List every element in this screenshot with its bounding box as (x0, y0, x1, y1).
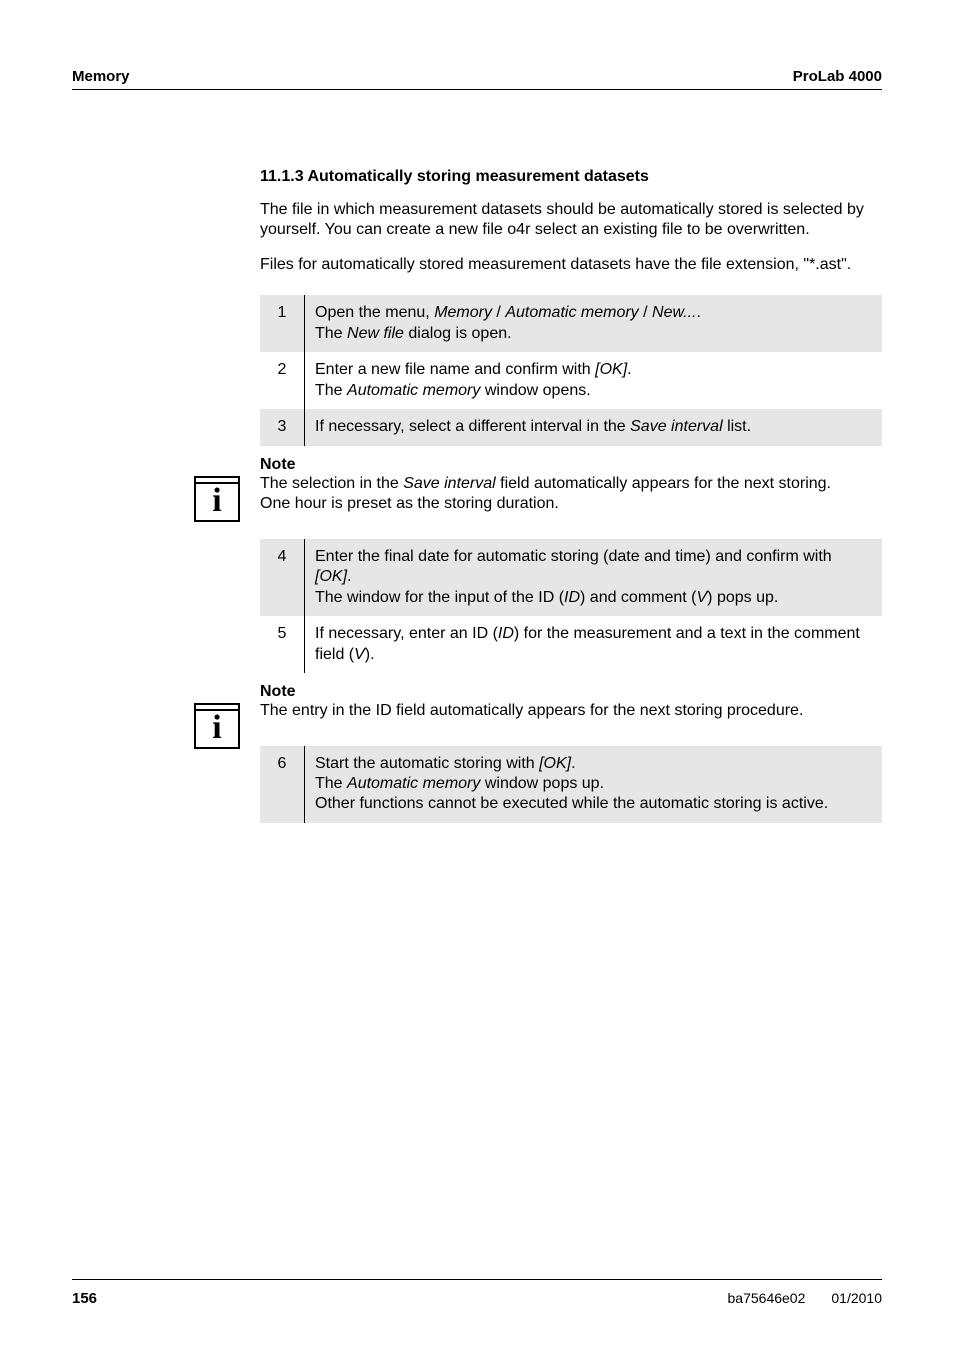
page-footer: 156 ba75646e02 01/2010 (72, 1279, 882, 1307)
step-row: 5If necessary, enter an ID (ID) for the … (260, 616, 882, 673)
step-text-em: [OK] (595, 361, 627, 378)
step-description: Start the automatic storing with [OK]. Th… (305, 746, 883, 823)
section-number: 11.1.3 (260, 168, 307, 185)
step-row: 6 Start the automatic storing with [OK]. T… (260, 746, 882, 823)
info-icon: i (194, 703, 240, 749)
step-text-part: window opens. (480, 382, 590, 399)
note-text-line2: One hour is preset as the storing durati… (260, 494, 882, 514)
step-row: 1Open the menu, Memory / Automatic memor… (260, 295, 882, 352)
section-title: Automatically storing measurement datase… (307, 168, 648, 185)
info-icon-glyph: i (196, 484, 238, 518)
step-text-em: Automatic memory (505, 304, 638, 321)
step-text-em: [OK] (315, 568, 347, 585)
content-column: 11.1.3 Automatically storing measurement… (260, 168, 882, 823)
step-text-part: Other functions cannot be executed while… (315, 795, 828, 812)
step-description: Open the menu, Memory / Automatic memory… (305, 295, 883, 352)
step-text-part: window pops up. (480, 775, 604, 792)
step-number: 1 (260, 295, 305, 352)
step-text-em: V (697, 589, 708, 606)
step-description: If necessary, select a different interva… (305, 409, 883, 445)
step-text-part: ) and comment ( (580, 589, 696, 606)
step-text-em: New... (652, 304, 696, 321)
step-text-part: Enter the final date for automatic stori… (315, 548, 832, 565)
step-row: 4 Enter the final date for automatic stor… (260, 539, 882, 616)
page: Memory ProLab 4000 11.1.3 Automatically … (0, 0, 954, 1351)
step-text-part: Enter a new file name and confirm with (315, 361, 595, 378)
page-header: Memory ProLab 4000 (72, 68, 882, 90)
step-text-part: list. (723, 418, 751, 435)
step-text-part: The (315, 382, 347, 399)
step-text-part: ). (365, 646, 375, 663)
step-number: 4 (260, 539, 305, 616)
note-text-post: field automatically appears for the next… (496, 475, 831, 492)
step-number: 3 (260, 409, 305, 445)
step-text-part: The (315, 325, 347, 342)
step-text-part: Open the menu, (315, 304, 434, 321)
step-text-part: ) pops up. (707, 589, 778, 606)
note-heading: Note (260, 456, 882, 474)
step-text-em: Save interval (630, 418, 723, 435)
step-text-em: V (354, 646, 365, 663)
steps-table-2: 4 Enter the final date for automatic stor… (260, 539, 882, 673)
step-text-part: Start the automatic storing with (315, 755, 539, 772)
step-text-part: The (315, 775, 347, 792)
note-heading: Note (260, 683, 882, 701)
step-number: 6 (260, 746, 305, 823)
intro-paragraph-2: Files for automatically stored measureme… (260, 255, 882, 275)
step-text-em: Automatic memory (347, 382, 480, 399)
footer-doc-id: ba75646e02 (728, 1290, 806, 1307)
step-description: If necessary, enter an ID (ID) for the m… (305, 616, 883, 673)
step-text-em: ID (564, 589, 580, 606)
intro-paragraph-1: The file in which measurement datasets s… (260, 200, 882, 241)
section-heading: 11.1.3 Automatically storing measurement… (260, 168, 882, 186)
step-description: Enter a new file name and confirm with [… (305, 352, 883, 409)
header-product-name: ProLab 4000 (793, 68, 882, 85)
step-number: 5 (260, 616, 305, 673)
step-text-part: If necessary, enter an ID ( (315, 625, 498, 642)
steps-table-3: 6 Start the automatic storing with [OK]. T… (260, 746, 882, 823)
note-text: The entry in the ID field automatically … (260, 701, 882, 721)
note-text-em: Save interval (403, 475, 496, 492)
note-text: The selection in the Save interval field… (260, 474, 882, 494)
footer-right: ba75646e02 01/2010 (728, 1290, 882, 1307)
step-row: 3 If necessary, select a different interv… (260, 409, 882, 445)
steps-table-1: 1Open the menu, Memory / Automatic memor… (260, 295, 882, 445)
step-text-part: . (347, 568, 351, 585)
header-section-title: Memory (72, 68, 130, 85)
step-text-part: The window for the input of the ID ( (315, 589, 564, 606)
footer-date: 01/2010 (831, 1290, 882, 1307)
step-description: Enter the final date for automatic stori… (305, 539, 883, 616)
step-text-part: . (697, 304, 701, 321)
step-text-part: / (492, 304, 505, 321)
step-number: 2 (260, 352, 305, 409)
step-text-em: [OK] (539, 755, 571, 772)
step-text-em: Automatic memory (347, 775, 480, 792)
step-text-part: dialog is open. (404, 325, 512, 342)
note-block-1: i Note The selection in the Save interva… (260, 456, 882, 515)
note-block-2: i Note The entry in the ID field automat… (260, 683, 882, 721)
step-text-em: Memory (434, 304, 492, 321)
info-icon-glyph: i (196, 711, 238, 745)
page-number: 156 (72, 1290, 97, 1307)
step-text-em: New file (347, 325, 404, 342)
step-text-part: If necessary, select a different interva… (315, 418, 630, 435)
info-icon: i (194, 476, 240, 522)
step-text-part: . (571, 755, 575, 772)
step-text-part: . (627, 361, 631, 378)
step-text-em: ID (498, 625, 514, 642)
step-row: 2Enter a new file name and confirm with … (260, 352, 882, 409)
note-text-pre: The selection in the (260, 475, 403, 492)
step-text-part: / (639, 304, 652, 321)
